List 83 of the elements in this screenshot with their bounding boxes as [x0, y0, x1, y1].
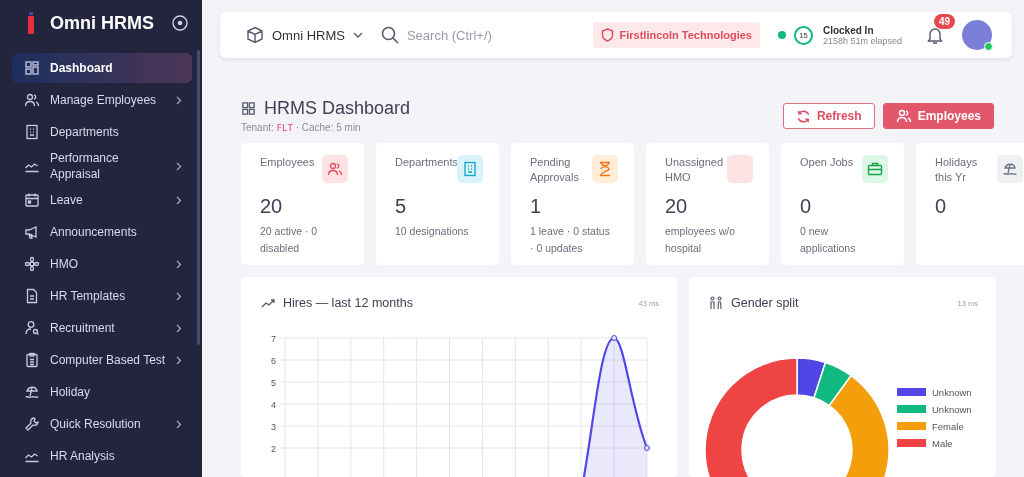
logo-icon — [28, 12, 34, 34]
users-icon — [327, 161, 343, 177]
sidebar-item[interactable]: HR Templates — [12, 281, 192, 311]
cube-icon — [246, 26, 264, 44]
notification-count: 49 — [934, 13, 956, 29]
search-icon[interactable] — [380, 26, 399, 44]
y-tick-label: 2 — [271, 444, 276, 454]
y-tick-label: 5 — [271, 378, 276, 388]
status-dot — [777, 31, 786, 39]
briefcase-icon — [867, 162, 883, 176]
stat-value: 0 — [800, 195, 813, 218]
stat-label: Employees — [260, 155, 316, 170]
legend-label: Female — [932, 420, 964, 432]
wrench-icon — [24, 416, 40, 432]
stat-value: 5 — [395, 195, 408, 218]
tenant-info: Tenant: FLT · Cache: 5 min — [241, 122, 362, 133]
people-icon — [709, 296, 723, 310]
stat-value: 1 — [530, 195, 543, 218]
stat-value: 20 — [260, 195, 284, 218]
sidebar-item[interactable]: HMO — [12, 249, 192, 279]
scrollbar[interactable] — [197, 50, 200, 345]
stat-detail: 10 designations — [395, 224, 470, 239]
refresh-icon — [795, 108, 811, 124]
stat-detail: 1 leave · 0 status · 0 updates — [530, 224, 611, 256]
online-dot — [984, 42, 993, 51]
y-tick-label: 6 — [271, 356, 276, 366]
stat-detail: 20 active · 0 disabled — [260, 224, 319, 256]
trend-icon — [261, 298, 275, 308]
calendar-icon — [24, 192, 40, 208]
sidebar-item[interactable]: Holiday — [12, 377, 192, 407]
legend-label: Male — [932, 437, 953, 449]
stat-label: Holidays this Yr — [935, 155, 979, 185]
stat-value: 0 — [935, 195, 948, 218]
sidebar-item[interactable]: Recruitment — [12, 313, 192, 343]
stat-label: Departments — [395, 155, 457, 170]
sidebar-item[interactable]: Announcements — [12, 217, 192, 247]
brand-name: Omni HRMS — [50, 12, 155, 34]
sidebar-item[interactable]: Performance Appraisal — [12, 149, 192, 183]
beach-icon — [1002, 161, 1018, 177]
legend-label: Unknown — [932, 386, 972, 398]
person-search-icon — [24, 320, 40, 336]
chevron-down-icon — [352, 32, 363, 38]
sidebar-item[interactable]: Computer Based Test — [12, 345, 192, 375]
employees-button[interactable]: Employees — [882, 103, 994, 129]
users-icon — [895, 108, 912, 124]
clock-status: Clocked In — [822, 24, 875, 36]
clock-elapsed: 2158h 51m elapsed — [822, 35, 902, 46]
grid-icon — [24, 60, 40, 76]
y-tick-label: 3 — [271, 422, 276, 432]
avatar[interactable] — [962, 20, 992, 50]
sidebar-item[interactable]: Departments — [12, 117, 192, 147]
beach-icon — [24, 384, 40, 400]
stat-detail: 0 new applications — [800, 224, 857, 256]
sidebar-item[interactable]: Leave — [12, 185, 192, 215]
document-icon — [24, 288, 40, 304]
building-icon — [463, 161, 477, 177]
refresh-button[interactable]: Refresh — [782, 103, 875, 129]
building-icon — [24, 124, 40, 140]
workspace-dropdown[interactable]: Omni HRMS — [246, 26, 363, 44]
y-tick-label: 7 — [271, 334, 276, 344]
stat-value: 20 — [665, 195, 689, 218]
grid-icon — [241, 101, 256, 116]
stat-label: Pending Approvals — [530, 155, 580, 185]
chart-title: Gender split — [731, 296, 800, 310]
company-badge: Firstlincoln Technologies — [592, 22, 760, 48]
stat-label: Open Jobs — [800, 155, 855, 170]
y-tick-label: 4 — [271, 400, 276, 410]
chart-title: Hires — last 12 months — [283, 296, 414, 310]
users-icon — [24, 92, 40, 108]
stat-detail: employees w/o hospital — [665, 224, 737, 256]
stat-label: Unassigned HMO — [665, 155, 725, 185]
flower-icon — [24, 256, 40, 272]
megaphone-icon — [24, 224, 40, 240]
page-title: HRMS Dashboard — [264, 98, 411, 119]
clipboard-icon — [24, 352, 40, 368]
notification-bell-icon[interactable] — [926, 25, 944, 45]
sidebar-item[interactable]: Manage Employees — [12, 85, 192, 115]
hourglass-icon — [599, 161, 611, 177]
sidebar-item[interactable]: Dashboard — [12, 53, 192, 83]
legend-label: Unknown — [932, 403, 972, 415]
sidebar-item[interactable]: HR Analysis — [12, 441, 192, 471]
sidebar-toggle-icon[interactable] — [172, 15, 188, 31]
sidebar-item[interactable]: Quick Resolution — [12, 409, 192, 439]
